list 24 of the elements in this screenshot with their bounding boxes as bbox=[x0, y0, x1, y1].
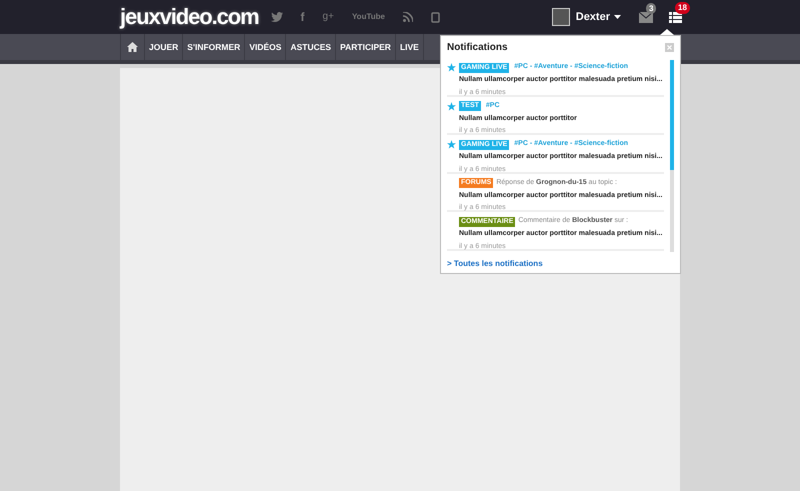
google-plus-icon[interactable]: g+ bbox=[322, 12, 334, 22]
youtube-icon[interactable]: YouTube bbox=[352, 13, 385, 21]
caret-icon bbox=[614, 15, 621, 19]
nav-item[interactable]: LIVE bbox=[396, 34, 424, 60]
message-count-badge: 3 bbox=[646, 2, 656, 14]
twitter-icon[interactable] bbox=[270, 12, 283, 22]
user-menu[interactable]: Dexter bbox=[576, 8, 621, 26]
nav-item[interactable]: PARTICIPER bbox=[336, 34, 396, 60]
user-avatar[interactable] bbox=[552, 8, 570, 26]
nav-item[interactable]: ASTUCES bbox=[286, 34, 336, 60]
home-icon[interactable] bbox=[127, 42, 138, 52]
site-logo[interactable]: jeuxvideo.com bbox=[120, 6, 259, 28]
panel-title: Notifications bbox=[447, 40, 508, 54]
all-notifications-link[interactable]: > Toutes les notifications bbox=[447, 258, 674, 270]
nav-item[interactable]: VIDÉOS bbox=[245, 34, 286, 60]
nav-item[interactable]: JOUER bbox=[145, 34, 184, 60]
scrollbar[interactable] bbox=[670, 60, 674, 252]
notification-count-badge: 18 bbox=[675, 2, 690, 14]
rss-icon[interactable] bbox=[402, 12, 413, 22]
mail-icon[interactable] bbox=[639, 12, 653, 22]
facebook-icon[interactable]: f bbox=[300, 11, 305, 23]
tablet-icon[interactable] bbox=[430, 12, 440, 22]
list-icon[interactable] bbox=[669, 12, 682, 22]
nav-item[interactable]: S'INFORMER bbox=[183, 34, 246, 60]
